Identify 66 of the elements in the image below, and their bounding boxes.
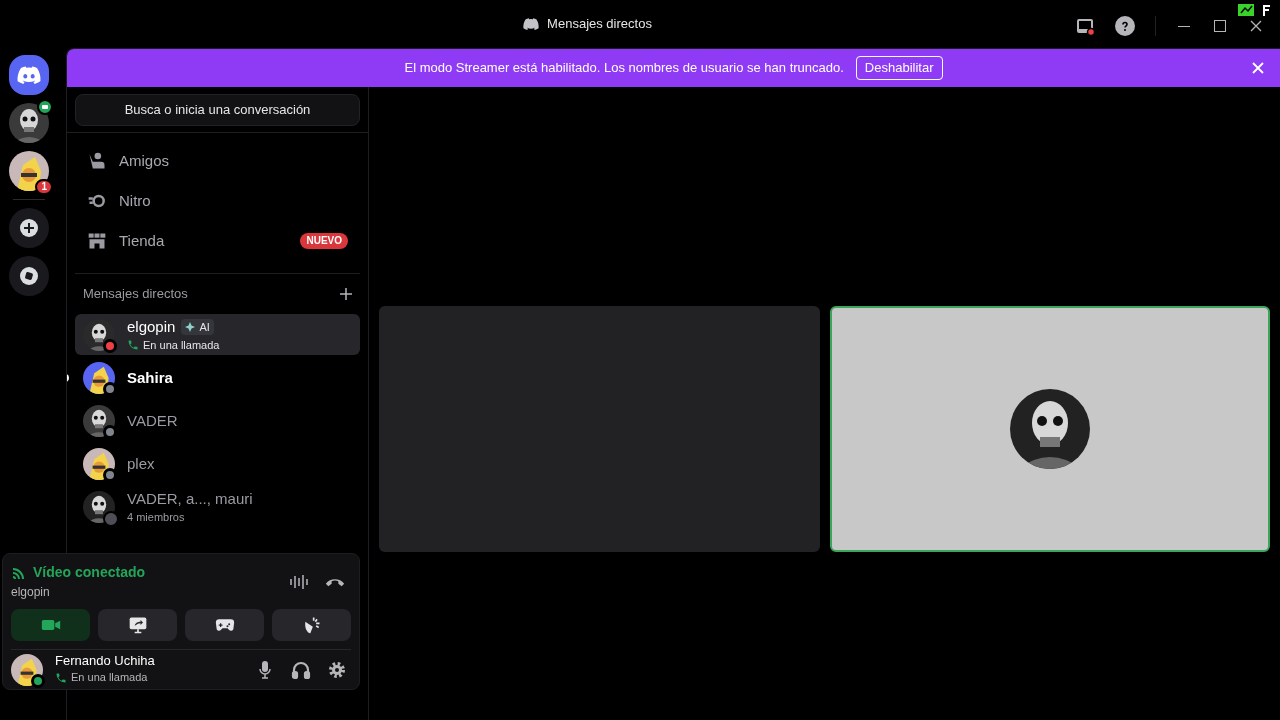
nav-label: Tienda xyxy=(119,230,166,251)
video-tile[interactable] xyxy=(379,305,820,552)
section-header: Mensajes directos xyxy=(83,285,188,304)
dm-item[interactable]: plex xyxy=(75,443,360,484)
shop-icon xyxy=(87,231,107,251)
window-title: Mensajes directos xyxy=(547,15,652,34)
server-avatar[interactable] xyxy=(9,103,49,143)
nav-label: Nitro xyxy=(119,190,152,211)
nav-item[interactable]: Tienda NUEVO xyxy=(83,221,352,261)
settings-icon xyxy=(327,659,347,680)
notification-badge: 1 xyxy=(35,179,53,195)
headphones-icon xyxy=(291,659,311,680)
video-camera-icon xyxy=(40,617,61,633)
dm-name: Sahira xyxy=(127,367,173,388)
close-icon xyxy=(1252,62,1264,74)
banner-text: El modo Streamer está habilitado. Los nombres de usuario se han truncado. xyxy=(404,59,844,78)
explore-button[interactable] xyxy=(9,256,49,296)
dm-name: plex xyxy=(127,453,155,474)
help-button[interactable] xyxy=(1115,16,1135,36)
gamepad-icon xyxy=(214,617,235,633)
camera-button[interactable] xyxy=(11,609,90,641)
discord-logo-icon xyxy=(523,18,540,30)
plus-icon[interactable] xyxy=(340,288,352,300)
soundboard-button[interactable] xyxy=(272,609,351,641)
dm-item[interactable]: VADER, a..., mauri 4 miembros xyxy=(75,486,360,527)
phone-icon xyxy=(55,671,67,684)
nav-item[interactable]: Amigos xyxy=(83,141,352,181)
compass-icon xyxy=(19,266,39,286)
screen-icon xyxy=(1075,16,1095,36)
dm-name: VADER, a..., mauri xyxy=(127,488,253,509)
new-badge: NUEVO xyxy=(300,233,348,249)
help-icon xyxy=(1119,20,1131,32)
game-controller-logo-icon xyxy=(17,65,41,85)
dm-item[interactable]: Sahira xyxy=(75,357,360,398)
waveform-icon xyxy=(289,573,309,590)
search-field[interactable]: Busca o inicia una conversación xyxy=(75,93,360,126)
app-tag: AI xyxy=(181,318,214,335)
home-button[interactable] xyxy=(9,55,49,95)
disable-button[interactable]: Deshabilitar xyxy=(855,56,943,80)
dm-item[interactable]: VADER xyxy=(75,400,360,441)
plus-icon xyxy=(19,218,39,238)
activity-button[interactable] xyxy=(185,609,264,641)
close-button[interactable] xyxy=(1248,18,1264,34)
user-name: Fernando Uchiha xyxy=(55,653,156,670)
screen-share-button[interactable] xyxy=(98,609,177,641)
phone-icon xyxy=(127,338,139,351)
voice-status: Vídeo conectado xyxy=(33,563,146,582)
dm-name: elgopin xyxy=(127,316,176,337)
close-icon xyxy=(1250,20,1262,32)
user-subtitle: En una llamada xyxy=(71,670,148,686)
inbox-button[interactable] xyxy=(1075,16,1095,36)
add-server-button[interactable] xyxy=(9,208,49,248)
person-wave-icon xyxy=(87,151,107,171)
maximize-button[interactable] xyxy=(1212,18,1228,34)
nav-label: Amigos xyxy=(119,150,171,171)
video-tile[interactable] xyxy=(829,305,1270,552)
voice-channel[interactable]: elgopin xyxy=(11,583,287,601)
nav-item[interactable]: Nitro xyxy=(83,181,352,221)
dm-name: VADER xyxy=(127,410,178,431)
dm-item[interactable]: elgopin AI En una llamada xyxy=(75,314,360,355)
tray-icon xyxy=(1238,4,1254,16)
dm-subtitle: 4 miembros xyxy=(127,509,185,525)
microphone-icon xyxy=(257,659,273,680)
monitor-arrow-icon xyxy=(127,615,148,635)
sparkle-icon xyxy=(185,321,196,332)
dm-subtitle: En una llamada xyxy=(143,337,220,353)
